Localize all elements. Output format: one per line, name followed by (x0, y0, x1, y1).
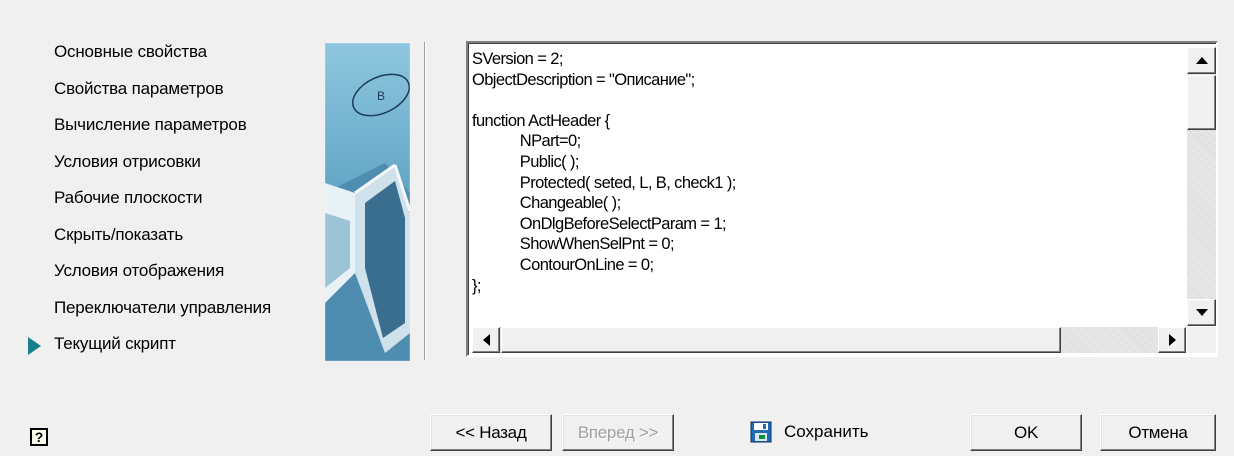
wizard-step[interactable]: Скрыть/показать (38, 219, 318, 256)
wizard-step-label: Переключатели управления (54, 297, 271, 317)
wizard-step-current[interactable]: Текущий скрипт (28, 328, 318, 365)
wizard-step[interactable]: Условия отображения (38, 255, 318, 292)
scroll-up-button[interactable] (1187, 47, 1216, 74)
wizard-step[interactable]: Переключатели управления (38, 292, 318, 329)
wizard-step-label: Текущий скрипт (54, 334, 176, 353)
cancel-button[interactable]: Отмена (1100, 414, 1216, 451)
wizard-step[interactable]: Свойства параметров (38, 73, 318, 110)
scrollbar-corner (1187, 327, 1216, 353)
vertical-divider (424, 42, 426, 360)
wizard-step-label: Рабочие плоскости (54, 188, 203, 207)
wizard-steps-list: Основные свойства Свойства параметров Вы… (28, 36, 318, 365)
save-button-label: Сохранить (784, 422, 869, 441)
svg-text:B: B (377, 89, 385, 103)
script-code-text[interactable]: SVersion = 2; ObjectDescription = "Описа… (472, 49, 1184, 319)
wizard-step[interactable]: Рабочие плоскости (38, 182, 318, 219)
back-button[interactable]: << Назад (430, 414, 552, 451)
scroll-down-arrow-icon (1195, 309, 1208, 316)
wizard-step-label: Свойства параметров (54, 78, 224, 98)
help-icon[interactable]: ? (30, 428, 48, 446)
current-step-arrow-icon (28, 337, 41, 355)
scroll-down-button[interactable] (1187, 299, 1216, 326)
wizard-step[interactable]: Основные свойства (38, 36, 318, 73)
wizard-step[interactable]: Условия отрисовки (38, 146, 318, 183)
vertical-scrollbar[interactable] (1187, 47, 1216, 326)
wizard-step-label: Основные свойства (54, 42, 207, 61)
save-button[interactable]: Сохранить (750, 416, 868, 448)
save-disk-icon (750, 421, 772, 443)
script-editor-frame: SVersion = 2; ObjectDescription = "Описа… (468, 43, 1216, 355)
scroll-right-button[interactable] (1158, 327, 1186, 353)
horizontal-scrollbar[interactable] (472, 327, 1186, 353)
scroll-right-arrow-icon (1168, 334, 1176, 346)
wizard-step-label: Условия отрисовки (54, 151, 201, 171)
scroll-left-button[interactable] (472, 327, 500, 353)
wizard-step-label: Вычисление параметров (54, 115, 247, 134)
horizontal-scroll-thumb[interactable] (501, 327, 1061, 353)
wizard-side-image: B (325, 43, 410, 361)
script-editor[interactable]: SVersion = 2; ObjectDescription = "Описа… (466, 41, 1218, 357)
vertical-scroll-thumb[interactable] (1187, 75, 1216, 130)
scroll-up-arrow-icon (1195, 57, 1208, 64)
wizard-step-label: Скрыть/показать (54, 224, 184, 244)
next-button[interactable]: Вперед >> (562, 414, 674, 451)
wizard-step-label: Условия отображения (54, 261, 225, 280)
scroll-left-arrow-icon (482, 334, 490, 346)
ok-button[interactable]: OK (970, 414, 1082, 451)
wizard-step[interactable]: Вычисление параметров (38, 109, 318, 146)
